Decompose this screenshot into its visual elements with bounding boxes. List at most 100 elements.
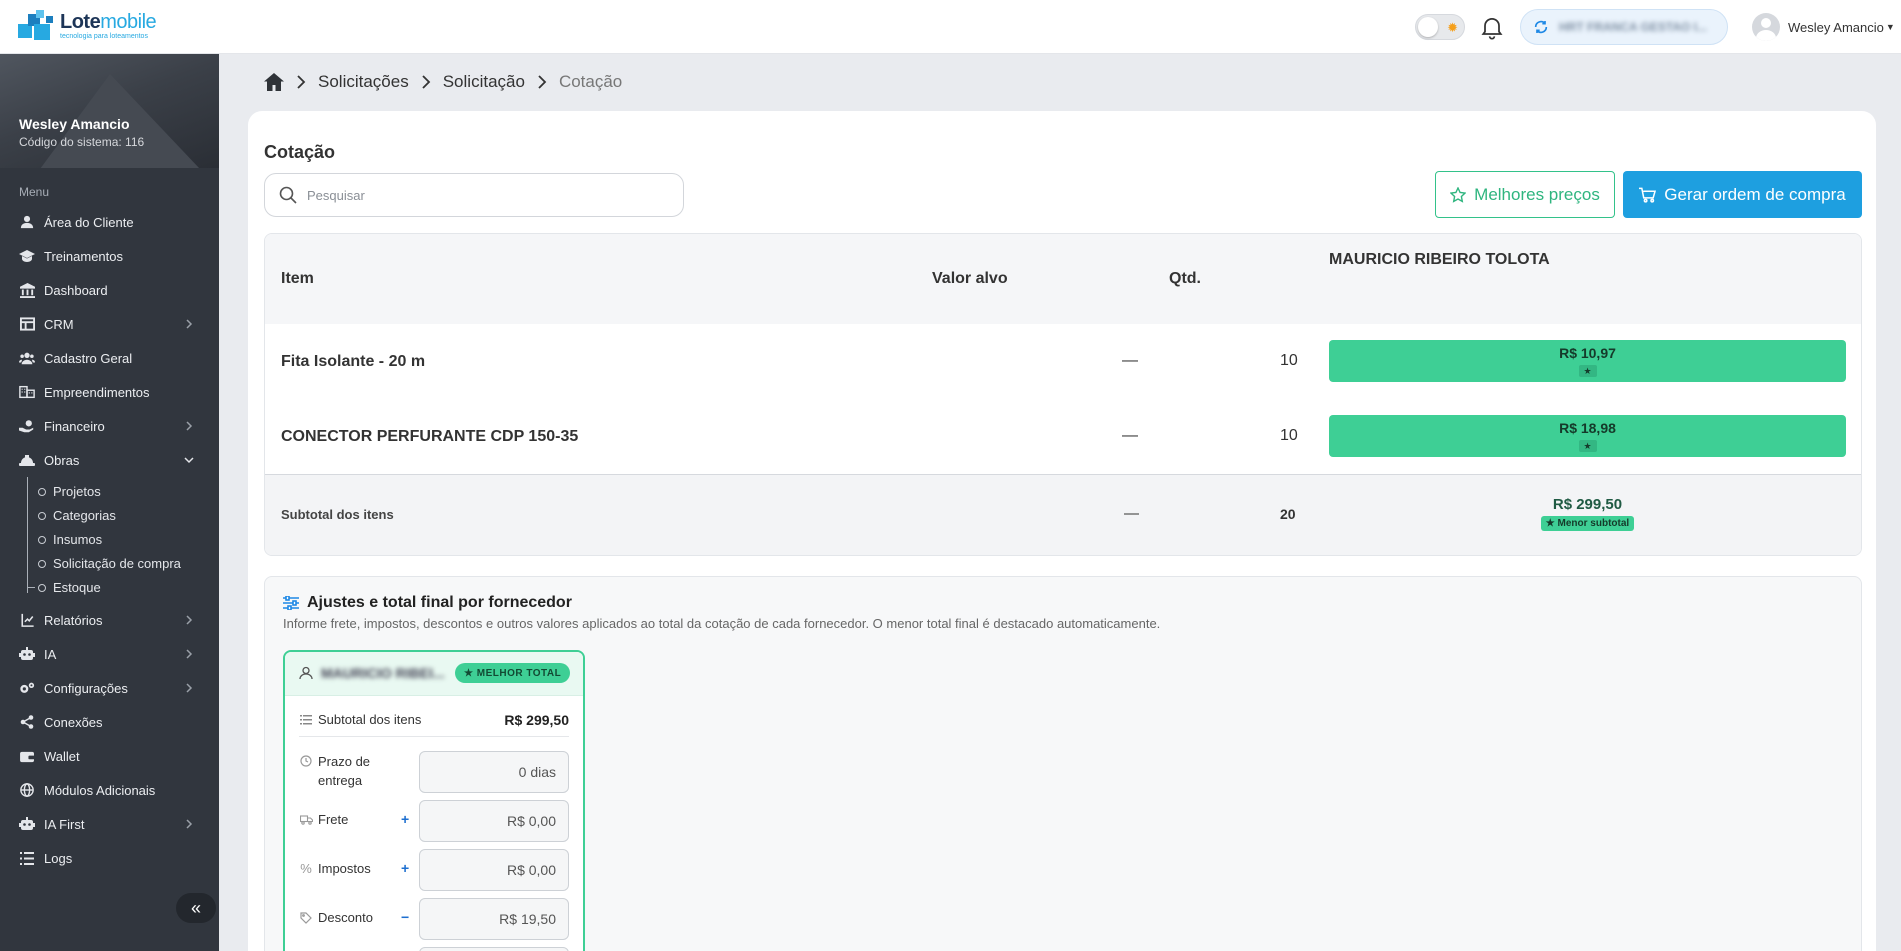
sidebar-item-relatorios[interactable]: Relatórios (0, 603, 219, 637)
search-input[interactable] (307, 187, 667, 203)
supplier-price-cell[interactable]: R$ 10,97 ★ (1329, 340, 1846, 382)
sidebar-item-ia-first[interactable]: IA First (0, 807, 219, 841)
graduation-cap-icon (19, 248, 35, 264)
chevron-right-icon (186, 649, 193, 659)
cart-icon (1639, 187, 1657, 203)
item-name: Fita Isolante - 20 m (281, 353, 426, 370)
sidebar-subitem-insumos[interactable]: Insumos (27, 527, 219, 551)
target-value: — (1122, 427, 1138, 444)
sidebar-item-ia[interactable]: IA (0, 637, 219, 671)
chevron-right-icon (186, 819, 193, 829)
sidebar-item-label: IA First (44, 816, 85, 832)
sidebar-subitem-projetos[interactable]: Projetos (27, 479, 219, 503)
breadcrumb-solicitacao[interactable]: Solicitação (443, 72, 525, 92)
quantity: 10 (1280, 352, 1298, 369)
sidebar-item-label: Conexões (44, 714, 103, 730)
discount-input[interactable]: R$ 19,50 (419, 898, 569, 940)
collapse-sidebar-button[interactable]: « (176, 893, 216, 923)
helmet-icon (19, 452, 35, 468)
sidebar-profile: Wesley Amancio Código do sistema: 116 (0, 54, 219, 168)
chevron-right-icon (186, 319, 193, 329)
share-icon (19, 714, 35, 730)
price-value: R$ 10,97 (1559, 345, 1616, 361)
toggle-knob (1418, 17, 1438, 37)
sidebar-item-financeiro[interactable]: Financeiro (0, 409, 219, 443)
report-icon (19, 612, 35, 628)
avatar (1752, 13, 1780, 41)
menu-label: Menu (19, 185, 50, 199)
sidebar-subitem-estoque[interactable]: Estoque (27, 575, 219, 599)
star-icon (1450, 186, 1467, 203)
header-item: Item (281, 270, 314, 287)
sidebar-item-obras[interactable]: Obras (0, 443, 219, 477)
sidebar-user-name: Wesley Amancio (19, 116, 130, 132)
user-menu[interactable]: Wesley Amancio ▼ (1752, 13, 1895, 41)
breadcrumb-current: Cotação (558, 72, 623, 91)
top-bar: Lotemobile tecnologia para loteamentos ✹… (0, 0, 1901, 54)
sidebar-item-cadastro-geral[interactable]: Cadastro Geral (0, 341, 219, 375)
sidebar-item-configuracoes[interactable]: Configurações (0, 671, 219, 705)
supplier-subtotal-row: Subtotal dos itens (299, 712, 421, 727)
breadcrumb-solicitacoes[interactable]: Solicitações (318, 72, 409, 92)
logo-tagline: tecnologia para loteamentos (60, 33, 148, 40)
subtotal-label: Subtotal dos itens (281, 507, 394, 522)
search-icon (279, 186, 297, 204)
sidebar-item-logs[interactable]: Logs (0, 841, 219, 875)
chevron-down-icon (184, 457, 194, 464)
delivery-row: Prazo de entrega (299, 752, 388, 790)
sidebar-item-modulos-adicionais[interactable]: Módulos Adicionais (0, 773, 219, 807)
gears-icon (19, 680, 35, 696)
header-supplier: MAURICIO RIBEIRO TOLOTA (1329, 251, 1550, 268)
sidebar-item-label: Área do Cliente (44, 214, 134, 230)
subtotal-target: — (1124, 505, 1139, 522)
robot-icon (19, 816, 35, 832)
logo-brand-main: Lote (60, 11, 101, 33)
sidebar-item-conexoes[interactable]: Conexões (0, 705, 219, 739)
best-prices-button[interactable]: Melhores preços (1435, 171, 1615, 218)
theme-toggle[interactable]: ✹ (1415, 14, 1465, 40)
organization-name: HRT FRANCA GESTAO I... (1559, 20, 1707, 34)
globe-icon (19, 782, 35, 798)
sidebar-item-label: Financeiro (44, 418, 105, 434)
supplier-subtotal-label: Subtotal dos itens (318, 712, 422, 727)
sidebar-item-treinamentos[interactable]: Treinamentos (0, 239, 219, 273)
bell-icon[interactable] (1478, 13, 1506, 41)
organization-switcher[interactable]: HRT FRANCA GESTAO I... (1520, 9, 1728, 45)
generate-purchase-order-button[interactable]: Gerar ordem de compra (1623, 171, 1862, 218)
logo[interactable]: Lotemobile tecnologia para loteamentos (18, 10, 157, 42)
quantity: 10 (1280, 427, 1298, 444)
sidebar-item-area-cliente[interactable]: Área do Cliente (0, 205, 219, 239)
chevron-right-icon (186, 683, 193, 693)
sidebar-subitem-categorias[interactable]: Categorias (27, 503, 219, 527)
sidebar-item-label: Dashboard (44, 282, 108, 298)
header-target-value: Valor alvo (932, 270, 1008, 287)
sidebar-item-empreendimentos[interactable]: Empreendimentos (0, 375, 219, 409)
sidebar-item-crm[interactable]: CRM (0, 307, 219, 341)
sliders-icon (283, 596, 299, 610)
generate-order-label: Gerar ordem de compra (1664, 184, 1846, 204)
delivery-time-input[interactable]: 0 dias (419, 751, 569, 793)
taxes-row: % Impostos (299, 861, 371, 876)
supplier-card-header: MAURICIO RIBEI... ★ MELHOR TOTAL (285, 652, 583, 696)
sidebar-item-label: Empreendimentos (44, 384, 150, 400)
table-row[interactable]: CONECTOR PERFURANTE CDP 150-35 — 10 R$ 1… (265, 399, 1861, 474)
taxes-input[interactable]: R$ 0,00 (419, 849, 569, 891)
sidebar-item-label: Configurações (44, 680, 128, 696)
next-adjustment-input[interactable] (419, 947, 569, 951)
sidebar-item-wallet[interactable]: Wallet (0, 739, 219, 773)
best-price-star-icon: ★ (1578, 440, 1597, 452)
list-icon (19, 850, 35, 866)
table-row[interactable]: Fita Isolante - 20 m — 10 R$ 10,97 ★ (265, 324, 1861, 399)
chevron-right-icon (186, 615, 193, 625)
home-icon[interactable] (264, 73, 284, 91)
sidebar-item-dashboard[interactable]: Dashboard (0, 273, 219, 307)
user-icon (19, 214, 35, 230)
sidebar-subitem-solicitacao-compra[interactable]: Solicitação de compra (27, 551, 219, 575)
sun-icon: ✹ (1447, 20, 1458, 35)
supplier-price-cell[interactable]: R$ 18,98 ★ (1329, 415, 1846, 457)
logo-brand-accent: mobile (100, 11, 157, 33)
sidebar-item-label: Logs (44, 850, 73, 866)
freight-input[interactable]: R$ 0,00 (419, 800, 569, 842)
adjustments-panel: Ajustes e total final por fornecedor Inf… (264, 576, 1862, 951)
sidebar-item-label: Cadastro Geral (44, 350, 133, 366)
